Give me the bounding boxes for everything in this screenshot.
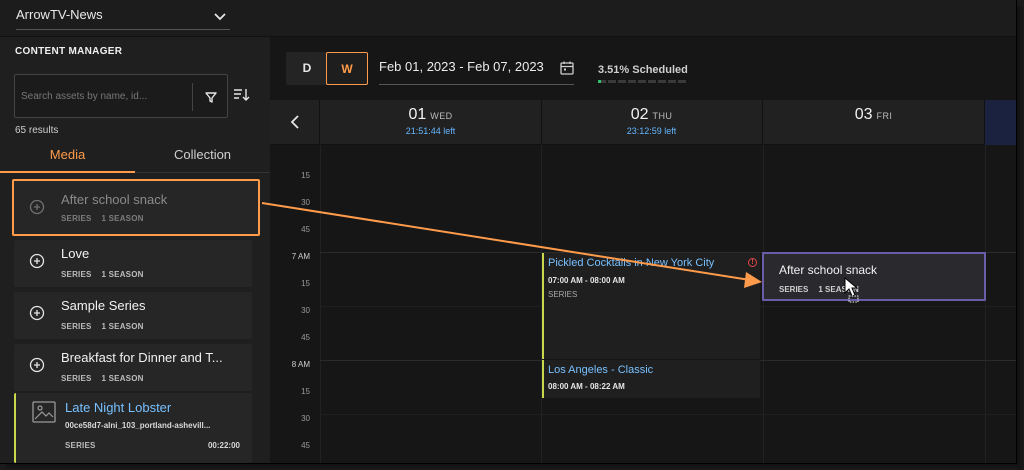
day-view-button[interactable]: D [286,52,328,85]
add-circle-icon[interactable] [29,199,45,215]
asset-filename: 00ce58d7-alni_103_portland-ashevill... [65,421,211,430]
channel-select[interactable]: ArrowTV-News [16,6,230,30]
asset-name: Sample Series [61,298,146,313]
time-label: 8 AM [291,360,310,369]
app-window: ArrowTV-News CONTENT MANAGER 65 results … [0,0,1017,464]
event-title: Pickled Cocktails in New York City [548,257,715,269]
week-view-button[interactable]: W [326,52,368,85]
asset-name: Late Night Lobster [65,400,172,415]
scheduled-percent: 3.51% Scheduled [598,64,688,76]
asset-meta: SERIES 1 SEASON [61,322,144,331]
content-manager-panel: CONTENT MANAGER 65 results Media Collect… [0,37,270,463]
add-circle-icon[interactable] [29,305,45,321]
progress-segment [638,80,646,83]
column-divider [763,145,764,463]
date-range-field[interactable]: Feb 01, 2023 - Feb 07, 2023 [379,59,574,85]
asset-name: Love [61,246,90,261]
progress-segment [608,80,616,83]
asset-card[interactable]: Love SERIES 1 SEASON [14,240,252,287]
sort-icon[interactable] [232,86,250,104]
time-column: 15 30 45 7 AM 15 30 45 8 AM 15 30 45 [270,145,320,463]
asset-meta: SERIES 1 SEASON [61,214,144,223]
view-toggle: D W [286,52,368,85]
search-input[interactable] [21,87,189,105]
day-time-left: 23:12:59 left [626,126,677,136]
time-label: 30 [301,198,310,207]
day-column-header: 01 WED 21:51:44 left [320,100,542,145]
drop-preview-card[interactable]: After school snack SERIES 1 SEASON [762,252,986,301]
window-shadow [6,464,1017,470]
day-time-left: 21:51:44 left [405,126,456,136]
event-type: SERIES [548,290,578,299]
asset-name: After school snack [61,192,168,207]
asset-duration: 00:22:00 [207,441,240,450]
half-hour-gridline [320,414,1016,415]
prev-week-button[interactable] [270,100,320,145]
time-label: 15 [301,171,310,180]
tab-collection[interactable]: Collection [135,147,270,173]
asset-card-dragging[interactable]: After school snack SERIES 1 SEASON [12,179,260,236]
day-column-header: 03 FRI [763,100,985,145]
tab-media[interactable]: Media [0,147,135,173]
search-divider [192,83,193,111]
day-number: 01 WED [408,106,453,123]
drop-preview-name: After school snack [779,263,878,277]
day-number: 03 FRI [854,106,893,123]
column-divider [320,145,321,463]
time-label: 45 [301,441,310,450]
time-label: 30 [301,414,310,423]
chevron-down-icon [214,13,226,21]
schedule-event[interactable]: Pickled Cocktails in New York City ! 07:… [542,253,760,359]
time-label: 45 [301,333,310,342]
next-day-column-header [985,100,1016,145]
asset-card[interactable]: Breakfast for Dinner and T... SERIES 1 SE… [14,344,252,391]
asset-meta: SERIES 1 SEASON [61,270,144,279]
time-label: 30 [301,306,310,315]
progress-segment [618,80,626,83]
window-shadow [1017,6,1024,470]
asset-type: SERIES [65,441,96,450]
time-label: 7 AM [291,252,310,261]
time-label: 15 [301,387,310,396]
event-time: 07:00 AM - 08:00 AM [548,276,625,285]
add-circle-icon[interactable] [29,253,45,269]
progress-segment [628,80,636,83]
progress-segment [658,80,666,83]
schedule-toolbar: D W Feb 01, 2023 - Feb 07, 2023 3.51% Sc… [270,37,1016,100]
day-column-header: 02 THU 23:12:59 left [541,100,763,145]
search-box [14,74,228,118]
column-divider [985,145,986,463]
event-title: Los Angeles - Classic [548,364,654,376]
progress-segment [668,80,676,83]
filter-icon[interactable] [201,87,221,107]
channel-select-value: ArrowTV-News [16,7,103,22]
asset-meta: SERIES 1 SEASON [61,374,144,383]
progress-segment [648,80,656,83]
day-number: 02 THU [630,106,673,123]
time-label: 15 [301,279,310,288]
calendar-icon[interactable] [559,60,575,76]
image-placeholder-icon [32,401,56,423]
asset-card[interactable]: Sample Series SERIES 1 SEASON [14,292,252,339]
time-label: 45 [301,225,310,234]
warning-icon: ! [748,258,757,267]
asset-card-media[interactable]: Late Night Lobster 00ce58d7-alni_103_por… [14,393,252,463]
results-count: 65 results [15,125,59,136]
chevron-left-icon [290,115,299,129]
calendar-header: 01 WED 21:51:44 left 02 THU 23:12:59 left … [270,100,1016,145]
progress-fill [598,80,601,83]
top-bar: ArrowTV-News [0,0,1016,37]
drag-cursor-icon [844,277,859,303]
calendar-grid: 15 30 45 7 AM 15 30 45 8 AM 15 30 45 Pic… [270,145,1016,463]
content-manager-title: CONTENT MANAGER [15,46,123,57]
event-time: 08:00 AM - 08:22 AM [548,382,625,391]
progress-segment [678,80,686,83]
asset-name: Breakfast for Dinner and T... [61,350,223,365]
schedule-event[interactable]: Los Angeles - Classic 08:00 AM - 08:22 A… [542,360,760,398]
add-circle-icon[interactable] [29,357,45,373]
scheduled-progress-bar [598,80,686,83]
